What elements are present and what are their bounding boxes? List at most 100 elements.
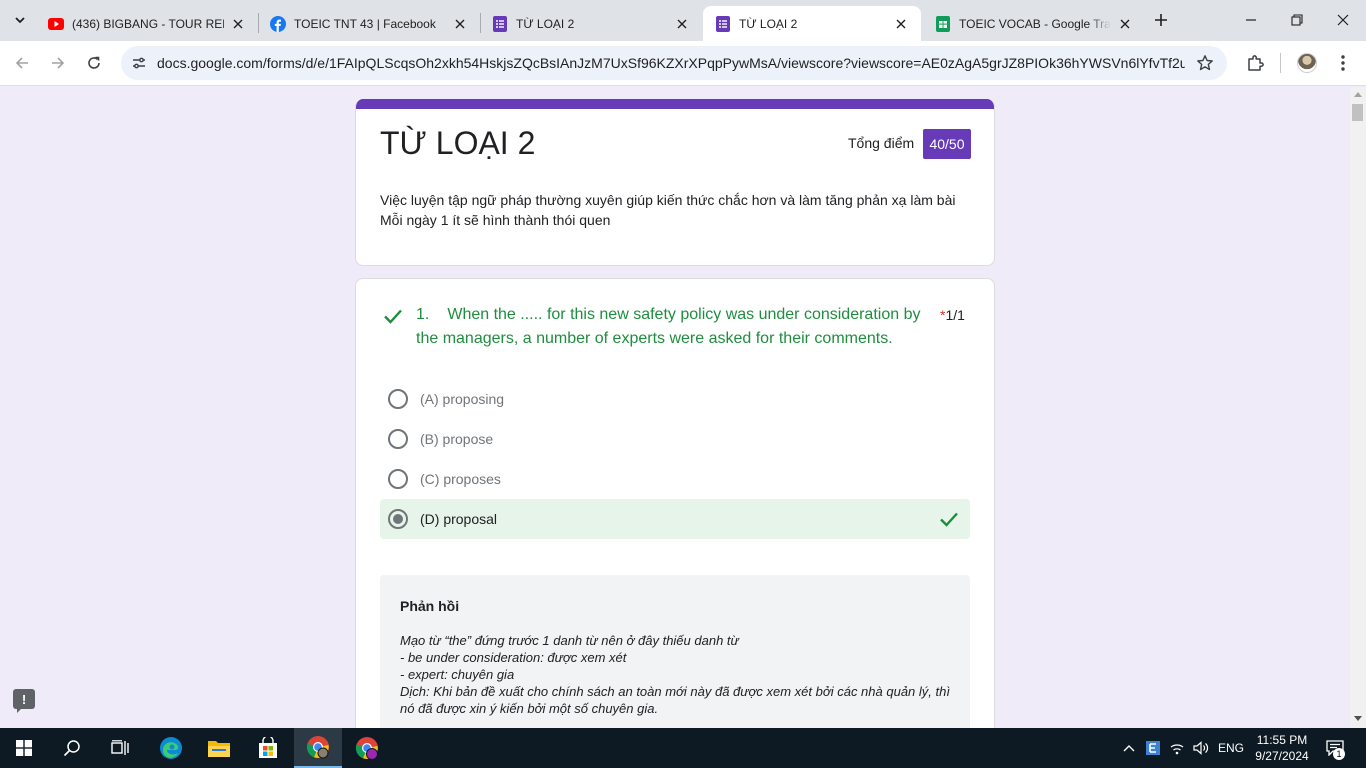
tray-app-icon[interactable] (1142, 728, 1164, 768)
extensions-button[interactable] (1243, 51, 1267, 75)
question-card: 1. When the ..... for this new safety pol… (355, 278, 995, 728)
clock-time: 11:55 PM (1256, 733, 1308, 747)
total-score-badge: 40/50 (923, 129, 971, 159)
option-label: (D) proposal (420, 511, 498, 527)
radio-button-checked[interactable] (388, 509, 408, 529)
bookmark-star-icon[interactable] (1195, 53, 1215, 73)
correct-check-icon (940, 512, 958, 527)
close-icon (1337, 14, 1349, 26)
reload-icon (88, 56, 100, 69)
tab-forms-active[interactable]: TỪ LOẠI 2 (703, 6, 921, 41)
feedback-line: Mạo từ “the” đứng trước 1 danh từ nên ở … (400, 633, 739, 648)
site-info-icon[interactable] (129, 53, 149, 73)
restore-button[interactable] (1274, 0, 1320, 40)
restore-icon (1291, 14, 1303, 26)
radio-button[interactable] (388, 469, 408, 489)
minimize-button[interactable] (1228, 0, 1274, 40)
chevron-up-icon (1123, 745, 1135, 752)
feedback-line: - expert: chuyên gia (400, 667, 515, 682)
close-icon[interactable] (1117, 16, 1133, 32)
tab-search-button[interactable] (8, 8, 32, 32)
page-scrollbar[interactable] (1350, 87, 1366, 728)
close-icon[interactable] (230, 16, 246, 32)
store-icon (259, 737, 277, 758)
arrow-right-icon (52, 57, 65, 69)
language-indicator[interactable]: ENG (1214, 728, 1248, 768)
form-header-card: TỪ LOẠI 2 Tổng điểm 40/50 Việc luyện tập… (355, 99, 995, 266)
taskbar-edge[interactable] (147, 728, 195, 768)
address-bar[interactable]: docs.google.com/forms/d/e/1FAIpQLScqsOh2… (121, 46, 1227, 80)
puzzle-icon (1248, 55, 1264, 71)
back-button[interactable] (8, 49, 36, 77)
option-c[interactable]: (C) proposes (380, 459, 970, 499)
profile-avatar[interactable] (1297, 53, 1317, 73)
radio-button[interactable] (388, 429, 408, 449)
form-accent-bar (356, 99, 994, 109)
menu-button[interactable] (1331, 51, 1355, 75)
question-points: 1/1 (945, 307, 965, 323)
url-text: docs.google.com/forms/d/e/1FAIpQLScqsOh2… (157, 55, 1185, 71)
question-score: *1/1 (940, 307, 965, 323)
windows-logo-icon (16, 740, 32, 756)
page-viewport: TỪ LOẠI 2 Tổng điểm 40/50 Việc luyện tập… (0, 87, 1350, 728)
tab-label: TOEIC VOCAB - Google Translate (959, 16, 1111, 31)
option-d[interactable]: (D) proposal (380, 499, 970, 539)
speaker-icon (1193, 741, 1209, 755)
browser-toolbar: docs.google.com/forms/d/e/1FAIpQLScqsOh2… (0, 41, 1366, 86)
tab-label: TOEIC TNT 43 | Facebook (294, 16, 436, 31)
option-b[interactable]: (B) propose (380, 419, 970, 459)
toolbar-divider (1280, 53, 1281, 73)
start-button[interactable] (0, 728, 48, 768)
facebook-icon (270, 15, 286, 32)
option-label: (A) proposing (420, 391, 505, 407)
forward-button[interactable] (44, 49, 72, 77)
network-button[interactable] (1166, 728, 1188, 768)
taskbar-file-explorer[interactable] (195, 728, 243, 768)
volume-button[interactable] (1190, 728, 1212, 768)
scrollbar-thumb[interactable] (1352, 104, 1363, 121)
tab-forms-1[interactable]: TỪ LOẠI 2 (480, 6, 702, 41)
youtube-icon (48, 16, 64, 32)
close-icon[interactable] (893, 16, 909, 32)
question-prompt: When the ..... for this new safety polic… (416, 306, 921, 347)
system-clock[interactable]: 11:55 PM 9/27/2024 (1252, 732, 1312, 764)
taskbar-search-button[interactable] (48, 728, 96, 768)
taskbar-chrome-active[interactable] (294, 728, 342, 768)
chevron-down-icon (15, 17, 25, 24)
feedback-body: Mạo từ “the” đứng trước 1 danh từ nên ở … (400, 632, 950, 717)
chrome-icon (355, 737, 378, 760)
close-icon[interactable] (452, 16, 468, 32)
option-label: (B) propose (420, 431, 494, 447)
option-a[interactable]: (A) proposing (380, 379, 970, 419)
scroll-down-arrow-icon[interactable] (1354, 716, 1362, 721)
clock-date: 9/27/2024 (1255, 749, 1309, 763)
question-number: 1. (416, 306, 430, 323)
taskbar-chrome-profile[interactable] (343, 728, 391, 768)
close-window-button[interactable] (1320, 0, 1366, 40)
radio-button[interactable] (388, 389, 408, 409)
tab-sheets[interactable]: TOEIC VOCAB - Google Translate (923, 6, 1145, 41)
google-sheets-icon (935, 15, 951, 32)
reload-button[interactable] (80, 49, 108, 77)
feedback-line: - be under consideration: được xem xét (400, 650, 627, 665)
report-problem-button[interactable]: ! (13, 689, 35, 713)
close-icon[interactable] (674, 16, 690, 32)
correct-check-icon (384, 309, 402, 324)
tab-youtube[interactable]: (436) BIGBANG - TOUR REPORT (36, 6, 258, 41)
exclamation-icon: ! (21, 691, 27, 707)
arrow-left-icon (15, 57, 28, 69)
feedback-line: Dịch: Khi bản đề xuất cho chính sách an … (400, 684, 950, 716)
wifi-icon (1170, 744, 1184, 755)
task-view-button[interactable] (96, 728, 144, 768)
description-line: Việc luyện tập ngữ pháp thường xuyên giú… (380, 192, 956, 208)
edge-icon (160, 737, 182, 759)
task-view-icon (111, 740, 129, 755)
taskbar-store[interactable] (244, 728, 292, 768)
folder-icon (208, 741, 230, 757)
new-tab-button[interactable] (1149, 8, 1173, 32)
show-hidden-icons-button[interactable] (1118, 728, 1140, 768)
minimize-icon (1246, 19, 1256, 21)
scroll-up-arrow-icon[interactable] (1354, 92, 1362, 97)
plus-icon (1155, 14, 1167, 26)
tab-facebook[interactable]: TOEIC TNT 43 | Facebook (258, 6, 480, 41)
